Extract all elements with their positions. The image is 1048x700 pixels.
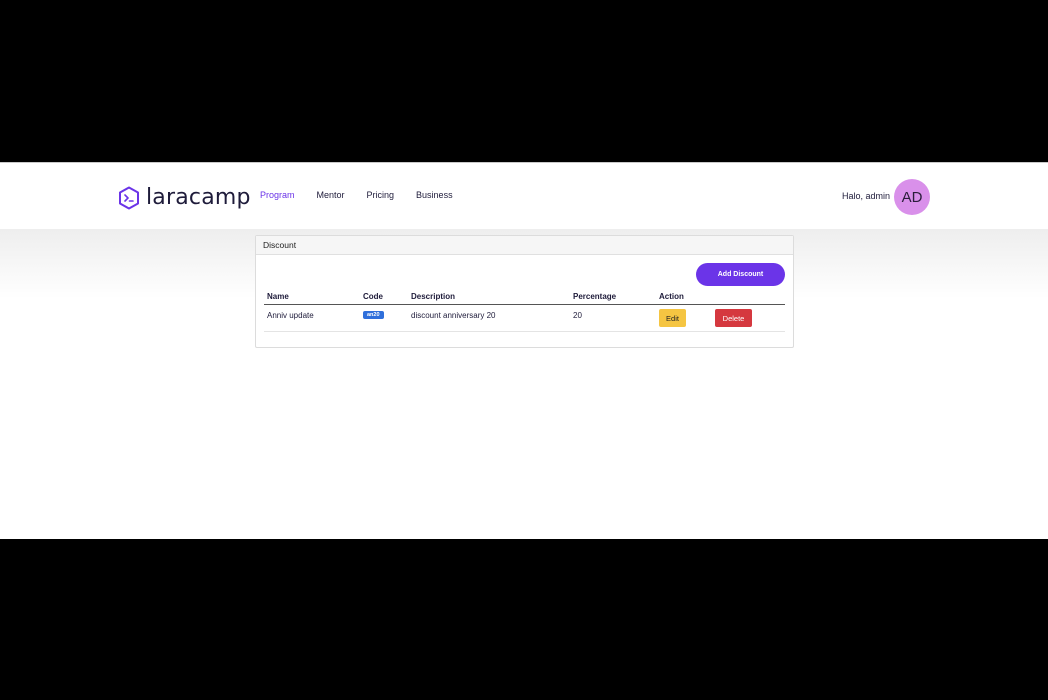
column-header-code: Code: [363, 292, 383, 301]
nav-item-pricing[interactable]: Pricing: [367, 190, 395, 200]
nav-item-mentor[interactable]: Mentor: [317, 190, 345, 200]
column-header-description: Description: [411, 292, 456, 301]
avatar[interactable]: AD: [894, 179, 930, 215]
column-header-name: Name: [267, 292, 289, 301]
cell-description: discount anniversary 20: [411, 311, 496, 320]
user-greeting: Halo, admin: [842, 191, 891, 201]
column-header-action: Action: [659, 292, 684, 301]
edit-button[interactable]: Edit: [659, 309, 686, 327]
table-row-divider: [264, 331, 785, 332]
column-header-percentage: Percentage: [573, 292, 617, 301]
nav-item-program[interactable]: Program: [260, 190, 295, 200]
brand-logo[interactable]: laracamp: [118, 185, 251, 210]
delete-button[interactable]: Delete: [715, 309, 752, 327]
page: laracamp Program Mentor Pricing Business…: [0, 162, 1048, 539]
cell-percentage: 20: [573, 311, 582, 320]
brand-name: laracamp: [146, 185, 251, 210]
nav-item-business[interactable]: Business: [416, 190, 453, 200]
code-badge: an20: [363, 311, 384, 319]
table-header-divider: [264, 304, 785, 305]
card-title: Discount: [256, 236, 793, 255]
navbar: laracamp Program Mentor Pricing Business…: [0, 163, 1048, 229]
main-nav: Program Mentor Pricing Business: [260, 190, 475, 200]
add-discount-button[interactable]: Add Discount: [696, 263, 785, 286]
discount-card: Discount Add Discount Name Code Descript…: [255, 235, 794, 348]
logo-hexagon-icon: [118, 186, 140, 210]
cell-name: Anniv update: [267, 311, 314, 320]
